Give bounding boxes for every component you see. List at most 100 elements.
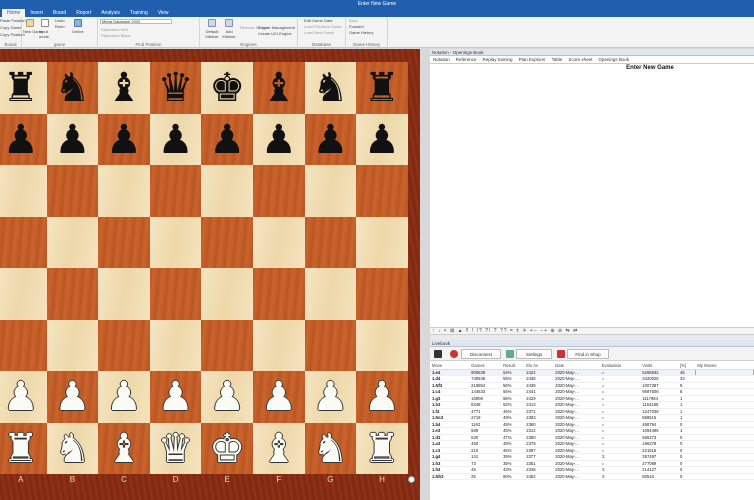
square-f1[interactable]: ♝ xyxy=(253,422,305,475)
square-d5[interactable] xyxy=(149,216,202,268)
notation-area[interactable] xyxy=(430,73,754,322)
square-h3[interactable] xyxy=(356,319,408,371)
black-piece[interactable]: ♟ xyxy=(150,114,202,166)
engine-management-button[interactable]: Engine Management xyxy=(258,25,295,30)
copy-game-button[interactable]: Copy Game xyxy=(0,25,21,30)
tab-board[interactable]: Board xyxy=(48,9,71,17)
square-h2[interactable]: ♟ xyxy=(356,371,408,423)
square-e7[interactable]: ♟ xyxy=(201,113,253,165)
black-piece[interactable]: ♟ xyxy=(0,114,47,166)
game-history-button[interactable]: Game History xyxy=(349,30,373,35)
white-piece[interactable]: ♟ xyxy=(0,371,47,423)
column-header[interactable]: Evaluation xyxy=(599,362,641,370)
square-e6[interactable] xyxy=(201,165,253,217)
square-f5[interactable] xyxy=(253,216,305,268)
square-f8[interactable]: ♝ xyxy=(253,62,305,114)
square-a4[interactable] xyxy=(0,268,47,320)
square-f7[interactable]: ♟ xyxy=(253,113,305,166)
load-next-game-button[interactable]: Load Next Game xyxy=(304,30,334,35)
load-previous-game-button[interactable]: Load Previous Game xyxy=(304,24,342,29)
repertoire-black-button[interactable]: Repertoire Black xyxy=(101,33,131,38)
edit-game-data-button[interactable]: Edit Game Data xyxy=(304,18,332,23)
black-piece[interactable]: ♟ xyxy=(47,114,99,166)
square-a3[interactable] xyxy=(0,319,47,371)
square-d8[interactable]: ♛ xyxy=(149,62,202,114)
square-c4[interactable] xyxy=(98,268,150,320)
white-piece[interactable]: ♚ xyxy=(201,423,253,475)
square-g8[interactable]: ♞ xyxy=(304,62,357,114)
repertoire-white-button[interactable]: Repertoire Whi xyxy=(101,27,128,32)
database-select[interactable]: Mega Database 2020 xyxy=(100,19,172,24)
square-a7[interactable]: ♟ xyxy=(0,113,47,166)
square-a6[interactable] xyxy=(0,165,47,217)
square-h6[interactable] xyxy=(356,165,408,217)
square-d1[interactable]: ♛ xyxy=(149,422,202,475)
square-c8[interactable]: ♝ xyxy=(98,62,150,114)
default-kibitzer-button[interactable]: Default Kibitzer xyxy=(204,29,220,39)
white-piece[interactable]: ♛ xyxy=(150,423,202,475)
square-g2[interactable]: ♟ xyxy=(304,371,357,423)
square-h7[interactable]: ♟ xyxy=(356,113,408,166)
white-piece[interactable]: ♟ xyxy=(305,371,357,423)
tab-reference[interactable]: Reference xyxy=(453,56,480,63)
board-options-button[interactable] xyxy=(408,476,415,483)
black-piece[interactable]: ♚ xyxy=(201,62,253,114)
column-header[interactable]: Visits xyxy=(640,362,678,370)
copy-position-button[interactable]: Copy Position xyxy=(0,32,25,37)
black-piece[interactable]: ♞ xyxy=(305,62,357,114)
white-piece[interactable]: ♝ xyxy=(253,423,305,475)
square-a8[interactable]: ♜ xyxy=(0,62,47,114)
tab-score-sheet[interactable]: Score sheet xyxy=(565,56,595,63)
black-piece[interactable]: ♜ xyxy=(356,62,408,114)
white-piece[interactable]: ♞ xyxy=(47,423,99,475)
tab-home[interactable]: Home xyxy=(2,9,26,17)
tab-plan-explorer[interactable]: Plan Explorer xyxy=(516,56,549,63)
black-piece[interactable]: ♞ xyxy=(47,62,99,114)
square-a5[interactable] xyxy=(0,216,47,268)
square-c1[interactable]: ♝ xyxy=(98,422,150,475)
column-header[interactable]: My Moves xyxy=(695,362,754,370)
online-button[interactable]: Online xyxy=(72,29,84,34)
square-e1[interactable]: ♚ xyxy=(201,422,253,475)
square-h8[interactable]: ♜ xyxy=(356,62,408,114)
square-h1[interactable]: ♜ xyxy=(356,422,408,475)
create-uci-engine-button[interactable]: Create UCI Engine xyxy=(258,31,292,36)
square-g4[interactable] xyxy=(304,268,357,320)
tab-view[interactable]: View xyxy=(153,9,174,17)
square-h4[interactable] xyxy=(356,268,408,320)
disconnect-button[interactable]: Disconnect xyxy=(461,349,501,359)
black-piece[interactable]: ♟ xyxy=(356,114,408,166)
square-d6[interactable] xyxy=(149,165,202,217)
square-b4[interactable] xyxy=(46,268,99,320)
square-f4[interactable] xyxy=(253,268,305,320)
annotation-toolbar[interactable]: ↑ ↓ × ⊠ ▲ ‼ ! !? ?! ? ?? = ± ∓ +− −+ ⊕ ⊘… xyxy=(430,327,754,335)
square-e4[interactable] xyxy=(201,268,253,320)
tab-table[interactable]: Table xyxy=(549,56,566,63)
add-kibitzer-button[interactable]: Add Kibitzer xyxy=(221,29,237,39)
white-piece[interactable]: ♜ xyxy=(356,423,408,475)
white-piece[interactable]: ♟ xyxy=(356,371,408,423)
redo-button[interactable]: Redo xyxy=(55,24,65,29)
tab-report[interactable]: Report xyxy=(71,9,96,17)
square-b7[interactable]: ♟ xyxy=(46,113,99,166)
chess-board[interactable]: ♜ ♞ ♝ ♛ ♚ ♝ ♞ ♜ ♟ ♟ ♟ ♟ ♟ ♟ ♟ ♟ ♟ ♟ ♟ ♟ ♟ ♟ ♟ ♟ ♜ ♞ ♝ ♛ ♚ ♝ ♞ ♜ xyxy=(0,62,408,474)
white-piece[interactable]: ♟ xyxy=(201,371,253,423)
square-b8[interactable]: ♞ xyxy=(46,62,99,114)
book-move-row[interactable]: 1.Nh3 25 60% 2452 2020-May-... ∓ 80516 0 xyxy=(430,473,754,480)
white-piece[interactable]: ♟ xyxy=(253,371,305,423)
tab-analysis[interactable]: Analysis xyxy=(96,9,125,17)
square-f2[interactable]: ♟ xyxy=(253,371,305,423)
square-b5[interactable] xyxy=(46,216,99,268)
square-a1[interactable]: ♜ xyxy=(0,422,47,474)
tab-insert[interactable]: Insert xyxy=(25,9,48,17)
tab-openings-book[interactable]: Openings Book xyxy=(595,56,632,63)
square-e3[interactable] xyxy=(201,319,253,371)
white-piece[interactable]: ♞ xyxy=(305,423,357,475)
square-b2[interactable]: ♟ xyxy=(46,371,99,423)
square-c7[interactable]: ♟ xyxy=(98,113,150,165)
black-piece[interactable]: ♟ xyxy=(305,114,357,166)
white-piece[interactable]: ♝ xyxy=(98,423,150,475)
black-piece[interactable]: ♟ xyxy=(253,114,305,166)
square-f3[interactable] xyxy=(253,319,305,371)
black-piece[interactable]: ♝ xyxy=(98,62,150,114)
